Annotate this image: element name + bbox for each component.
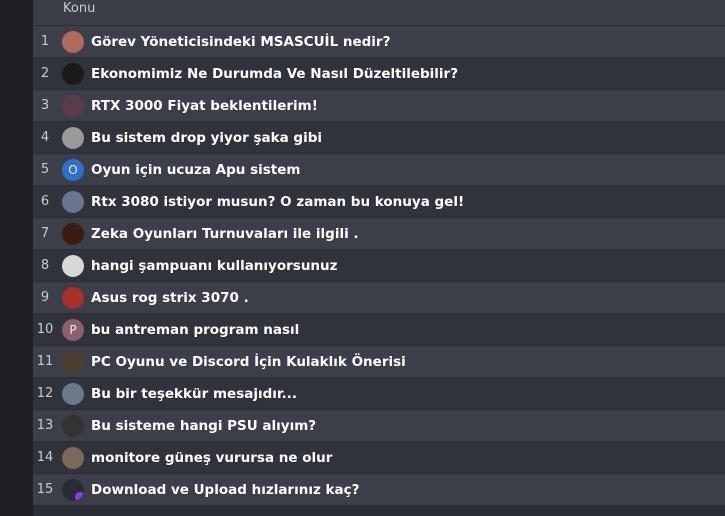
user-avatar-letter-icon[interactable]: P [62, 318, 84, 341]
avatar-letter: P [69, 322, 77, 337]
topic-row[interactable]: 5 O Oyun için ucuza Apu sistem [33, 153, 725, 185]
topic-title-link[interactable]: RTX 3000 Fiyat beklentilerim! [91, 98, 318, 114]
row-number: 4 [40, 130, 50, 145]
topic-row[interactable]: 15 Download ve Upload hızlarınız kaç? [33, 473, 725, 505]
row-number: 1 [40, 34, 50, 49]
topic-title-link[interactable]: monitore güneş vurursa ne olur [91, 450, 332, 466]
topic-row[interactable]: 2 Ekonomimiz Ne Durumda Ve Nasıl Düzeltil… [33, 57, 725, 89]
user-avatar-dark-icon[interactable] [62, 62, 84, 85]
user-avatar-hat-icon[interactable] [62, 350, 84, 373]
left-sidebar-strip [0, 0, 33, 516]
row-number: 9 [40, 290, 50, 305]
row-number: 10 [36, 322, 54, 337]
row-number: 5 [40, 162, 50, 177]
row-number: 12 [36, 386, 54, 401]
topic-row[interactable]: 6 Rtx 3080 istiyor musun? O zaman bu konu… [33, 185, 725, 217]
row-number: 15 [36, 482, 54, 497]
topic-title-link[interactable]: Download ve Upload hızlarınız kaç? [91, 482, 359, 498]
topic-row[interactable]: 8 hangi şampuanı kullanıyorsunuz [33, 249, 725, 281]
user-avatar-badge-icon[interactable] [62, 414, 84, 437]
topic-title-link[interactable]: Rtx 3080 istiyor musun? O zaman bu konuy… [91, 194, 464, 210]
status-badge-icon [74, 490, 84, 501]
topic-row[interactable]: 7 Zeka Oyunları Turnuvaları ile ilgili . [33, 217, 725, 249]
user-avatar-red-icon[interactable] [62, 286, 84, 309]
topic-title-link[interactable]: Ekonomimiz Ne Durumda Ve Nasıl Düzeltile… [91, 66, 458, 82]
topic-row[interactable]: 3 RTX 3000 Fiyat beklentilerim! [33, 89, 725, 121]
topic-row[interactable]: 4 Bu sistem drop yiyor şaka gibi [33, 121, 725, 153]
user-avatar-photo-icon[interactable] [62, 382, 84, 405]
user-avatar-portrait-icon[interactable] [62, 30, 84, 53]
topic-row[interactable]: 12 Bu bir teşekkür mesajıdır... [33, 377, 725, 409]
row-number: 7 [40, 226, 50, 241]
topic-title-link[interactable]: PC Oyunu ve Discord İçin Kulaklık Öneris… [91, 354, 406, 370]
user-avatar-moon-icon[interactable] [62, 126, 84, 149]
row-number: 14 [36, 450, 54, 465]
user-avatar-face-icon[interactable] [62, 446, 84, 469]
topic-list-panel: Konu 1 Görev Yöneticisindeki MSASCUİL ned… [33, 0, 725, 516]
row-number: 13 [36, 418, 54, 433]
topic-title-link[interactable]: Zeka Oyunları Turnuvaları ile ilgili . [91, 226, 359, 242]
topic-title-link[interactable]: Bu bir teşekkür mesajıdır... [91, 386, 297, 402]
user-avatar-sketch-icon[interactable] [62, 254, 84, 277]
avatar-letter: O [68, 162, 78, 177]
row-number: 11 [36, 354, 54, 369]
topic-row[interactable]: 11 PC Oyunu ve Discord İçin Kulaklık Öner… [33, 345, 725, 377]
column-header-topic: Konu [33, 0, 725, 25]
user-avatar-letter-icon[interactable]: O [62, 158, 84, 181]
topic-row[interactable]: 13 Bu sisteme hangi PSU alıyım? [33, 409, 725, 441]
topic-row[interactable]: 9 Asus rog strix 3070 . [33, 281, 725, 313]
topic-title-link[interactable]: Bu sistem drop yiyor şaka gibi [91, 130, 322, 146]
topic-row[interactable]: 10 Pbu antreman program nasıl [33, 313, 725, 345]
user-avatar-logo-icon[interactable] [62, 222, 84, 245]
topic-row[interactable]: 14 monitore güneş vurursa ne olur [33, 441, 725, 473]
topic-title-link[interactable]: Asus rog strix 3070 . [91, 290, 249, 306]
topic-title-link[interactable]: Oyun için ucuza Apu sistem [91, 162, 300, 178]
topic-title-link[interactable]: hangi şampuanı kullanıyorsunuz [91, 258, 338, 274]
topic-title-link[interactable]: Görev Yöneticisindeki MSASCUİL nedir? [91, 34, 390, 50]
user-avatar-anime-icon[interactable] [62, 94, 84, 117]
row-number: 8 [40, 258, 50, 273]
topic-row[interactable]: 1 Görev Yöneticisindeki MSASCUİL nedir? [33, 25, 725, 57]
topic-title-link[interactable]: bu antreman program nasıl [91, 322, 299, 338]
topic-title-link[interactable]: Bu sisteme hangi PSU alıyım? [91, 418, 316, 434]
topic-list: 1 Görev Yöneticisindeki MSASCUİL nedir? 2 E… [33, 25, 725, 505]
row-number: 2 [40, 66, 50, 81]
row-number: 3 [40, 98, 50, 113]
row-number: 6 [40, 194, 50, 209]
user-avatar-blue-icon[interactable] [62, 190, 84, 213]
user-avatar-hood-icon[interactable] [62, 478, 84, 501]
